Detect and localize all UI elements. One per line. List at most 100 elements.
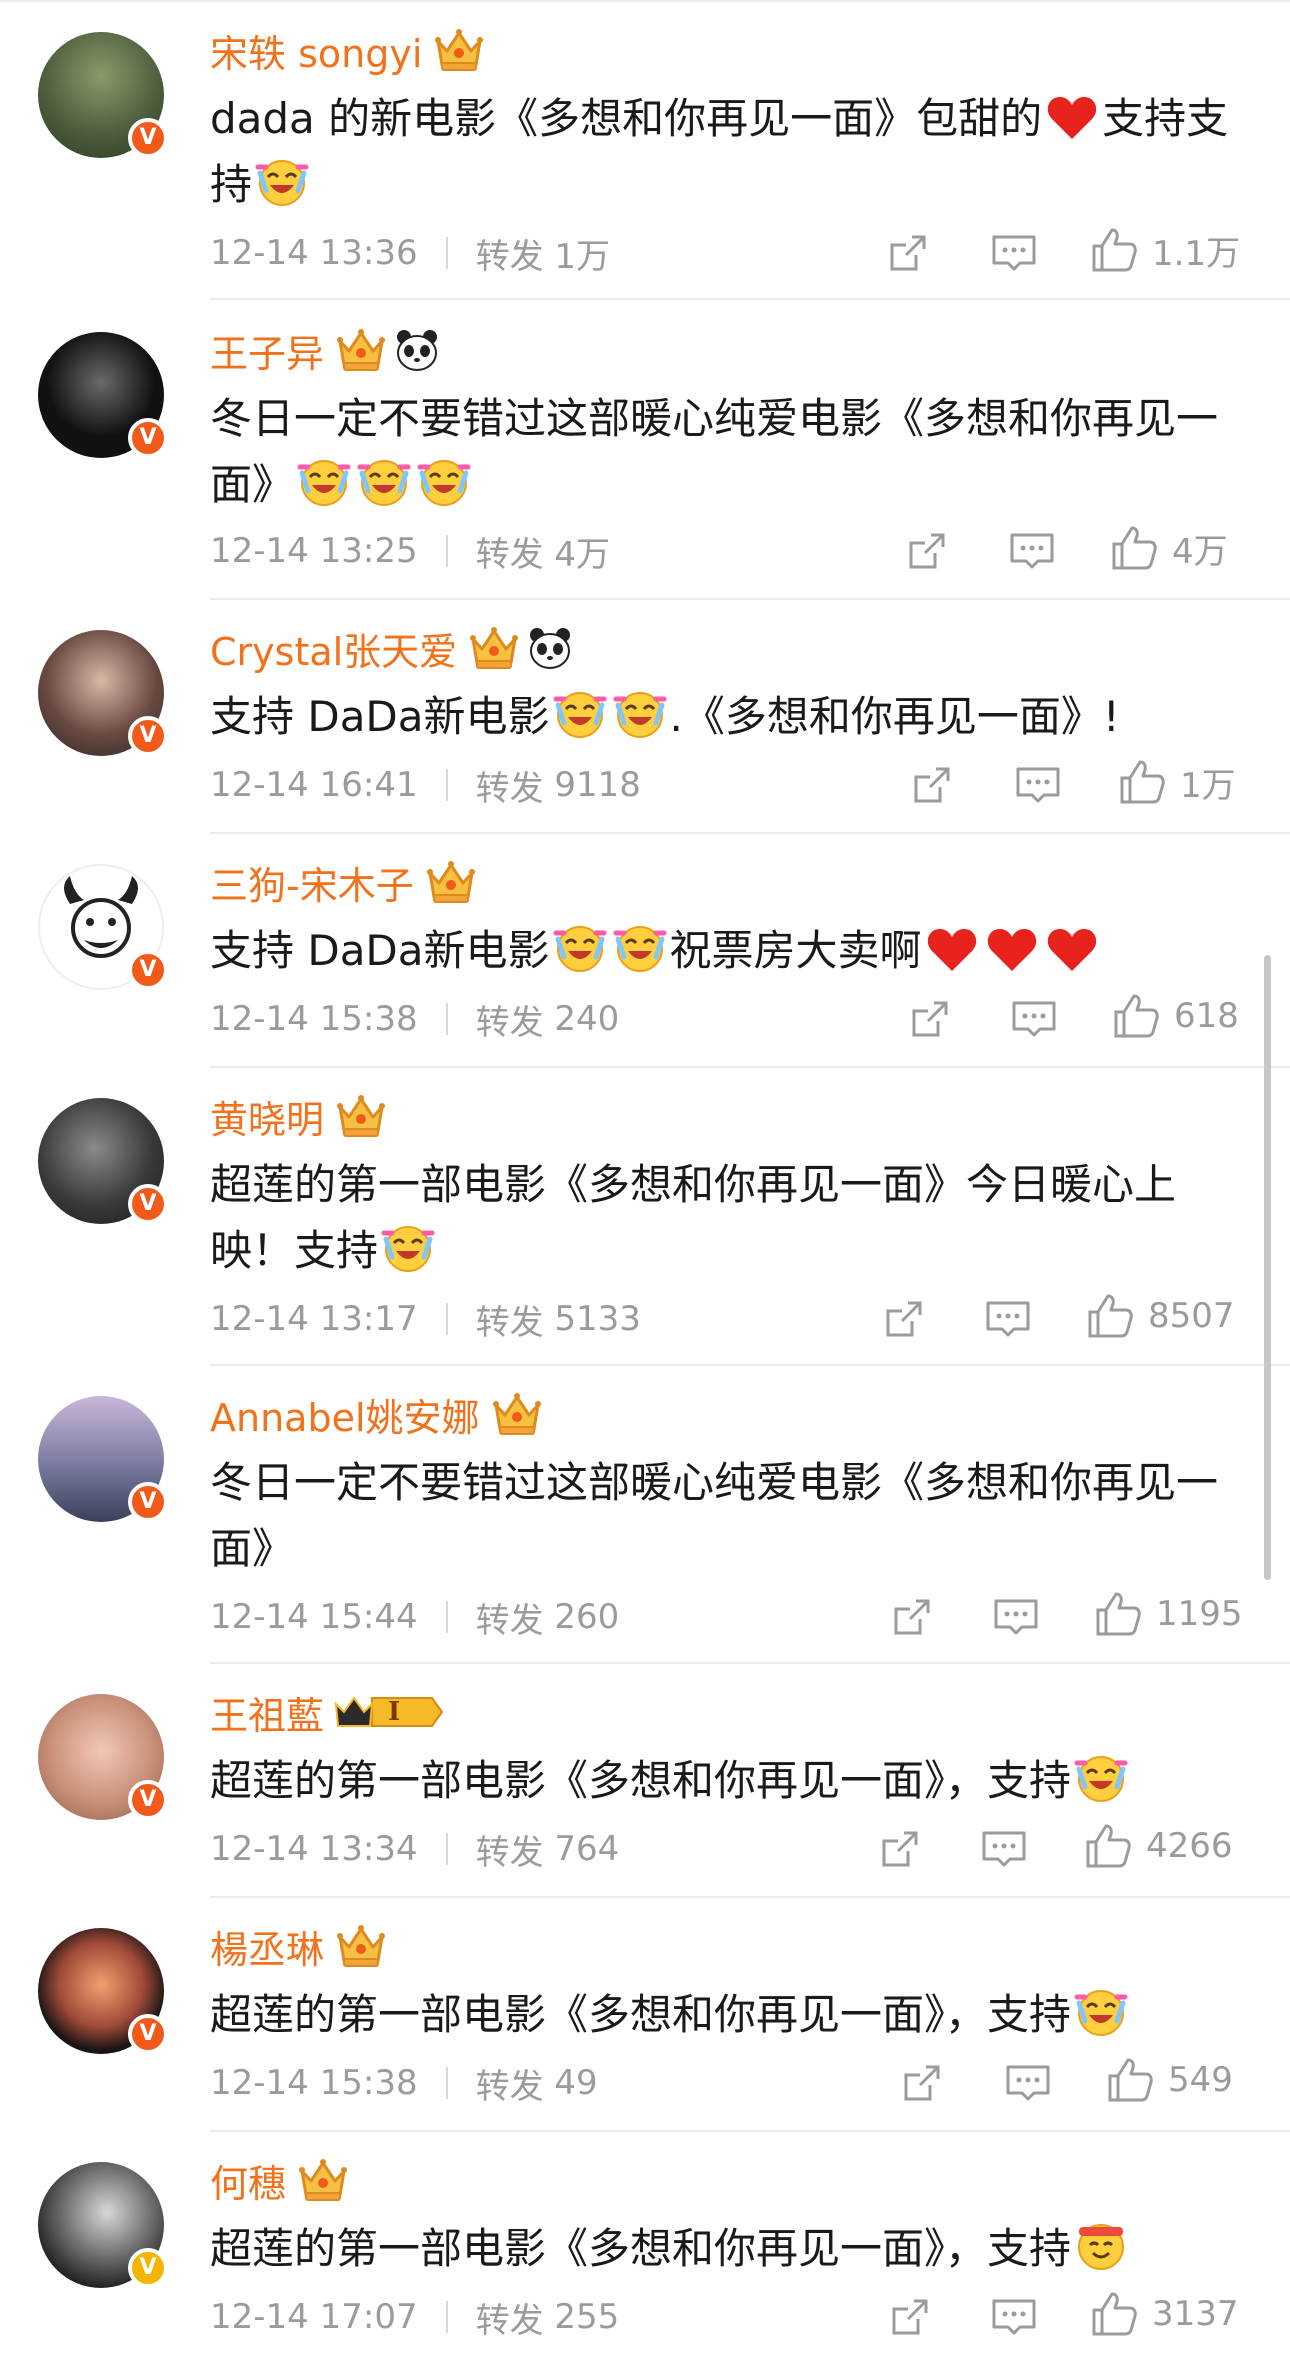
laugh-cry-emoji-icon — [380, 1219, 436, 1275]
avatar[interactable]: V — [38, 332, 168, 458]
username[interactable]: Crystal张天爱 — [210, 621, 457, 676]
comment-button[interactable] — [1010, 994, 1058, 1044]
timestamp: 12-14 15:44 — [210, 1597, 418, 1637]
like-button[interactable]: 3137 — [1090, 2289, 1239, 2339]
comment-button[interactable] — [990, 228, 1038, 278]
like-count: 4万 — [1172, 531, 1228, 572]
comment-text: 超莲的第一部电影《多想和你再见一面》，支持 — [210, 2216, 1230, 2282]
comment-button[interactable] — [984, 1294, 1032, 1344]
comment-button[interactable] — [990, 2292, 1038, 2342]
username[interactable]: Annabel姚安娜 — [210, 1387, 480, 1442]
like-button[interactable]: 4万 — [1110, 523, 1228, 573]
avatar[interactable]: V — [38, 2162, 168, 2288]
divider — [0, 0, 1290, 2]
share-button[interactable] — [900, 2058, 944, 2108]
separator — [445, 2301, 448, 2333]
vip-level: I — [388, 1697, 401, 1727]
like-icon — [1084, 1822, 1132, 1870]
username[interactable]: 楊丞琳 — [210, 1919, 324, 1974]
avatar[interactable]: V — [38, 1928, 168, 2054]
avatar[interactable]: V — [38, 864, 168, 990]
share-button[interactable] — [908, 994, 952, 1044]
share-button[interactable] — [888, 2292, 932, 2342]
share-button[interactable] — [890, 1592, 934, 1642]
comment-text: 冬日一定不要错过这部暖心纯爱电影《多想和你再见一面》 — [210, 394, 1219, 509]
repost-label: 转发 — [475, 2066, 544, 2107]
username[interactable]: 宋轶 songyi — [210, 23, 422, 78]
like-button[interactable]: 4266 — [1084, 1821, 1233, 1871]
laugh-cry-emoji-icon — [612, 919, 668, 975]
username[interactable]: 何穗 — [210, 2153, 286, 2208]
share-icon — [888, 2295, 932, 2339]
crown-icon — [334, 1091, 388, 1141]
comment-button[interactable] — [992, 1592, 1040, 1642]
heart-icon — [926, 925, 978, 973]
username[interactable]: 黄晓明 — [210, 1089, 324, 1144]
share-button[interactable] — [878, 1824, 922, 1874]
like-count: 1万 — [1180, 765, 1236, 806]
comment-meta: 12-14 16:41 转发 9118 — [210, 760, 641, 810]
crown-icon — [490, 1389, 544, 1439]
comment-button[interactable] — [1008, 526, 1056, 576]
like-icon — [1090, 226, 1138, 274]
comment-button[interactable] — [1014, 760, 1062, 810]
comment-icon — [1008, 529, 1056, 573]
vip-badge: I — [332, 1692, 444, 1732]
share-button[interactable] — [886, 228, 930, 278]
timestamp: 12-14 15:38 — [210, 999, 418, 1039]
repost-count: 764 — [554, 1829, 620, 1869]
comment-meta: 12-14 15:44 转发 260 — [210, 1592, 619, 1642]
share-icon — [908, 997, 952, 1041]
timestamp: 12-14 15:38 — [210, 2063, 418, 2103]
avatar[interactable]: V — [38, 630, 168, 756]
avatar[interactable]: V — [38, 1694, 168, 1820]
heart-icon — [1046, 93, 1098, 141]
scrollbar[interactable] — [1264, 955, 1271, 1580]
share-button[interactable] — [910, 760, 954, 810]
share-icon — [910, 763, 954, 807]
avatar[interactable]: V — [38, 1098, 168, 1224]
divider — [210, 298, 1290, 300]
avatar[interactable]: V — [38, 1396, 168, 1522]
like-icon — [1094, 1590, 1142, 1638]
timestamp: 12-14 13:25 — [210, 531, 418, 571]
avatar[interactable]: V — [38, 32, 168, 158]
repost-label: 转发 — [475, 236, 544, 277]
share-button[interactable] — [882, 1294, 926, 1344]
share-icon — [890, 1595, 934, 1639]
username[interactable]: 王子异 — [210, 323, 324, 378]
laugh-cry-emoji-icon — [1073, 1983, 1129, 2039]
like-count: 1.1万 — [1152, 233, 1241, 274]
share-button[interactable] — [905, 526, 949, 576]
like-icon — [1090, 2290, 1138, 2338]
username-row: 何穗 — [210, 2152, 350, 2208]
crown-icon — [334, 325, 388, 375]
repost-count: 4万 — [554, 534, 611, 575]
like-icon — [1106, 2056, 1154, 2104]
share-icon — [882, 1297, 926, 1341]
like-button[interactable]: 8507 — [1086, 1291, 1235, 1341]
comment-meta: 12-14 13:25 转发 4万 — [210, 526, 610, 576]
like-button[interactable]: 1万 — [1118, 757, 1236, 807]
comment-button[interactable] — [1004, 2058, 1052, 2108]
repost-count: 255 — [554, 2297, 620, 2337]
like-button[interactable]: 1195 — [1094, 1589, 1243, 1639]
comment-meta: 12-14 15:38 转发 240 — [210, 994, 619, 1044]
separator — [445, 1601, 448, 1633]
like-icon — [1118, 758, 1166, 806]
laugh-cry-emoji-icon — [612, 685, 668, 741]
like-count: 618 — [1174, 996, 1239, 1036]
comment-icon — [1004, 2061, 1052, 2105]
comment-meta: 12-14 13:17 转发 5133 — [210, 1294, 641, 1344]
like-button[interactable]: 1.1万 — [1090, 225, 1240, 275]
separator — [445, 769, 448, 801]
like-button[interactable]: 618 — [1112, 991, 1239, 1041]
crown-icon — [432, 25, 486, 75]
repost-count: 49 — [554, 2063, 598, 2103]
like-button[interactable]: 549 — [1106, 2055, 1233, 2105]
comment-text: dada 的新电影《多想和你再见一面》包甜的 支持支持 — [210, 93, 1229, 209]
username[interactable]: 王祖藍 — [210, 1685, 324, 1740]
username[interactable]: 三狗-宋木子 — [210, 855, 414, 910]
username-row: 王子异 — [210, 322, 440, 378]
comment-button[interactable] — [980, 1824, 1028, 1874]
